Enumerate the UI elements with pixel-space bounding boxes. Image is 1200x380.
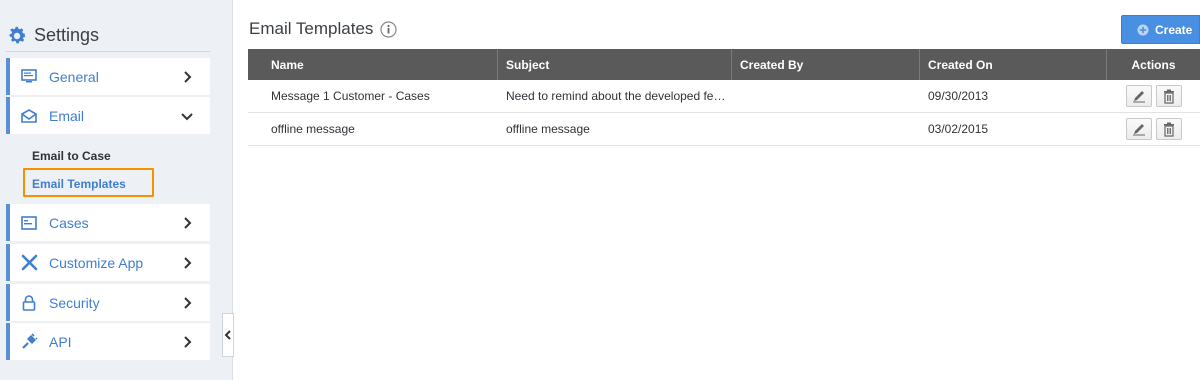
table-row: offline message offline message 03/02/20… [248, 113, 1200, 146]
pencil-icon [1132, 124, 1145, 136]
column-header-subject[interactable]: Subject [498, 49, 732, 80]
delete-button[interactable] [1155, 118, 1182, 140]
sidebar-item-label: General [49, 68, 99, 85]
sidebar-item-label: Cases [49, 214, 89, 231]
cell-subject: Need to remind about the developed fea… [506, 89, 732, 103]
lock-icon [20, 294, 38, 312]
cell-created-on: 03/02/2015 [928, 122, 989, 136]
cell-created-on: 09/30/2013 [928, 89, 989, 103]
trash-icon [1163, 122, 1174, 137]
chevron-right-icon [184, 296, 192, 309]
cell-actions [1107, 85, 1200, 107]
sidebar-header: Settings [6, 20, 210, 52]
plus-circle-icon [1137, 24, 1149, 35]
table-header-spacer [248, 49, 263, 80]
chevron-right-icon [184, 335, 192, 348]
chevron-right-icon [184, 256, 192, 269]
sidebar-item-email[interactable]: Email [6, 97, 210, 134]
edit-button[interactable] [1125, 118, 1152, 140]
page-title-text: Email Templates [249, 19, 374, 38]
column-header-created-on[interactable]: Created On [920, 49, 1107, 80]
settings-sidebar: Settings General Email Email to Case Ema… [0, 0, 234, 380]
info-icon[interactable] [380, 20, 398, 38]
page-title: Email Templates [249, 19, 398, 39]
sidebar-item-label: Security [49, 294, 100, 311]
monitor-icon [20, 68, 38, 86]
chevron-right-icon [184, 216, 192, 229]
sidebar-item-label: Customize App [49, 254, 144, 271]
tools-icon [20, 254, 38, 272]
sidebar-title: Settings [34, 25, 100, 45]
sidebar-item-security[interactable]: Security [6, 284, 210, 321]
cell-name[interactable]: Message 1 Customer - Cases [263, 89, 498, 103]
sidebar-item-api[interactable]: API [6, 323, 210, 360]
create-button-label: Create [1155, 22, 1193, 37]
chevron-left-icon [224, 330, 231, 340]
column-header-created-by[interactable]: Created By [732, 49, 920, 80]
edit-button[interactable] [1125, 85, 1152, 107]
pencil-icon [1132, 91, 1145, 103]
cell-name[interactable]: offline message [263, 122, 498, 136]
cell-subject: offline message [506, 122, 590, 136]
table-header: Name Subject Created By Created On Actio… [248, 49, 1200, 80]
sidebar-item-general[interactable]: General [6, 58, 210, 95]
sidebar-subitem-email-templates[interactable]: Email Templates [32, 177, 126, 191]
envelope-icon [20, 107, 38, 125]
sidebar-item-customize-app[interactable]: Customize App [6, 244, 210, 281]
gear-icon [9, 26, 26, 43]
delete-button[interactable] [1155, 85, 1182, 107]
sidebar-item-cases[interactable]: Cases [6, 204, 210, 241]
trash-icon [1163, 89, 1174, 104]
chevron-right-icon [184, 70, 192, 83]
app-window: Settings General Email Email to Case Ema… [0, 0, 1200, 380]
sidebar-subitem-email-to-case[interactable]: Email to Case [32, 149, 111, 163]
chevron-down-icon [181, 112, 193, 120]
table-row: Message 1 Customer - Cases Need to remin… [248, 80, 1200, 113]
sidebar-item-label: API [49, 333, 72, 350]
templates-table: Name Subject Created By Created On Actio… [248, 49, 1200, 146]
sidebar-item-label: Email [49, 107, 85, 124]
cases-icon [20, 214, 38, 232]
plug-icon [20, 333, 38, 351]
column-header-actions: Actions [1131, 57, 1176, 72]
column-header-name[interactable]: Name [263, 49, 498, 80]
create-button[interactable]: Create [1121, 15, 1200, 44]
cell-actions [1107, 118, 1200, 140]
main-content: Email Templates Create Name Subject Crea… [233, 0, 1200, 380]
